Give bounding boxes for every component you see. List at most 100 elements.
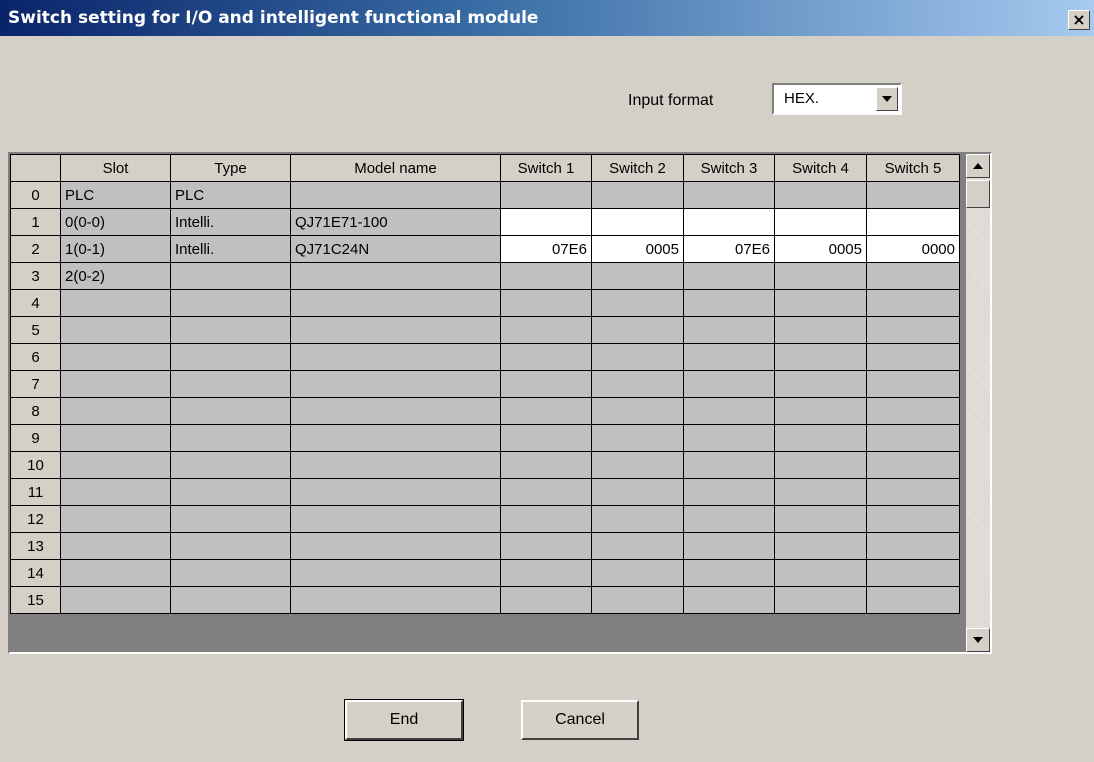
- row-number: 13: [10, 532, 61, 560]
- model-name-cell: [290, 343, 501, 371]
- switch-cell[interactable]: [866, 208, 960, 236]
- switch-cell: [866, 532, 960, 560]
- row-number: 15: [10, 586, 61, 614]
- model-name-cell: QJ71E71-100: [290, 208, 501, 236]
- type-cell: [170, 478, 291, 506]
- switch-cell: [683, 370, 775, 398]
- switch-cell[interactable]: [774, 208, 867, 236]
- switch-cell: [500, 181, 592, 209]
- end-button[interactable]: End: [344, 699, 464, 741]
- model-name-cell: [290, 370, 501, 398]
- switch-cell: [500, 289, 592, 317]
- switch-cell: [683, 586, 775, 614]
- table-row: 13: [10, 532, 960, 560]
- switch-cell: [683, 424, 775, 452]
- switch-cell[interactable]: 07E6: [500, 235, 592, 263]
- switch-cell: [591, 181, 684, 209]
- table-row: 1 0(0-0) Intelli. QJ71E71-100: [10, 208, 960, 236]
- switch-cell: [500, 586, 592, 614]
- row-number: 5: [10, 316, 61, 344]
- table-row: 4: [10, 289, 960, 317]
- switch-cell[interactable]: 0005: [591, 235, 684, 263]
- switch-setting-grid: Slot Type Model name Switch 1 Switch 2 Switch…: [8, 152, 992, 654]
- column-header: Type: [170, 154, 291, 182]
- switch-cell[interactable]: [500, 208, 592, 236]
- column-header: Switch 2: [591, 154, 684, 182]
- switch-cell: [866, 262, 960, 290]
- close-button[interactable]: ×: [1068, 10, 1090, 30]
- type-cell: PLC: [170, 181, 291, 209]
- table-row: 9: [10, 424, 960, 452]
- switch-cell[interactable]: 07E6: [683, 235, 775, 263]
- model-name-cell: [290, 505, 501, 533]
- scroll-thumb[interactable]: [966, 180, 990, 208]
- scroll-up-icon[interactable]: [966, 154, 990, 178]
- slot-cell: 2(0-2): [60, 262, 171, 290]
- window-title: Switch setting for I/O and intelligent f…: [8, 8, 539, 28]
- type-cell: Intelli.: [170, 235, 291, 263]
- table-row: 5: [10, 316, 960, 344]
- input-format-select[interactable]: HEX.: [772, 83, 902, 115]
- switch-cell[interactable]: [591, 208, 684, 236]
- row-number: 11: [10, 478, 61, 506]
- switch-cell: [866, 424, 960, 452]
- type-cell: [170, 397, 291, 425]
- switch-cell: [866, 559, 960, 587]
- switch-cell: [774, 343, 867, 371]
- slot-cell: [60, 316, 171, 344]
- input-format-label: Input format: [628, 92, 714, 109]
- switch-cell: [500, 532, 592, 560]
- switch-cell: [774, 289, 867, 317]
- type-cell: [170, 559, 291, 587]
- table-row: 6: [10, 343, 960, 371]
- switch-cell: [683, 559, 775, 587]
- switch-cell: [774, 316, 867, 344]
- switch-cell[interactable]: 0005: [774, 235, 867, 263]
- slot-cell: [60, 451, 171, 479]
- switch-cell: [500, 559, 592, 587]
- cancel-button[interactable]: Cancel: [521, 700, 639, 740]
- table-row: 0 PLC PLC: [10, 181, 960, 209]
- type-cell: [170, 532, 291, 560]
- switch-cell: [774, 559, 867, 587]
- chevron-down-icon[interactable]: [876, 87, 898, 111]
- switch-cell: [774, 370, 867, 398]
- model-name-cell: [290, 181, 501, 209]
- switch-cell: [591, 370, 684, 398]
- type-cell: [170, 289, 291, 317]
- switch-cell[interactable]: 0000: [866, 235, 960, 263]
- switch-cell: [591, 424, 684, 452]
- type-cell: [170, 262, 291, 290]
- table-row: 15: [10, 586, 960, 614]
- table-row: 14: [10, 559, 960, 587]
- table-row: 8: [10, 397, 960, 425]
- scroll-down-icon[interactable]: [966, 628, 990, 652]
- switch-cell: [866, 397, 960, 425]
- switch-table: Slot Type Model name Switch 1 Switch 2 Switch…: [10, 154, 960, 614]
- switch-cell: [683, 343, 775, 371]
- switch-cell: [500, 397, 592, 425]
- switch-cell[interactable]: [683, 208, 775, 236]
- slot-cell: [60, 532, 171, 560]
- switch-cell: [683, 451, 775, 479]
- switch-cell: [591, 559, 684, 587]
- input-format-value: HEX.: [784, 90, 820, 107]
- switch-cell: [866, 586, 960, 614]
- row-number: 6: [10, 343, 61, 371]
- switch-cell: [591, 451, 684, 479]
- type-cell: [170, 586, 291, 614]
- model-name-cell: [290, 262, 501, 290]
- switch-cell: [500, 343, 592, 371]
- slot-cell: [60, 289, 171, 317]
- switch-cell: [683, 316, 775, 344]
- switch-cell: [591, 532, 684, 560]
- model-name-cell: [290, 451, 501, 479]
- switch-cell: [591, 478, 684, 506]
- vertical-scrollbar[interactable]: [966, 154, 990, 652]
- row-number: 14: [10, 559, 61, 587]
- switch-cell: [683, 532, 775, 560]
- model-name-cell: [290, 478, 501, 506]
- column-header: Slot: [60, 154, 171, 182]
- row-number: 8: [10, 397, 61, 425]
- slot-cell: [60, 559, 171, 587]
